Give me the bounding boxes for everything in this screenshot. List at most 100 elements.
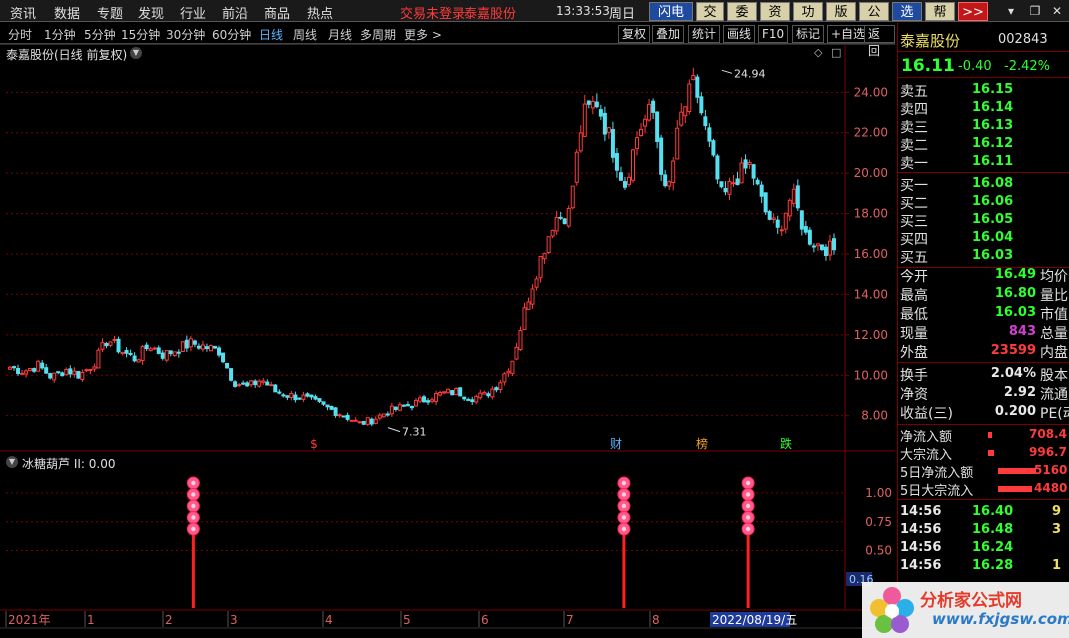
chart-menu-icon[interactable]: ▼: [130, 47, 142, 59]
candle-body: [68, 368, 73, 375]
candle-body: [92, 366, 97, 370]
candle-body: [518, 329, 523, 351]
ask-price[interactable]: 16.11: [972, 154, 1013, 169]
bid-price[interactable]: 16.05: [972, 212, 1013, 227]
candied-haw-highlight: [621, 492, 627, 497]
candle-body: [586, 100, 591, 105]
candle-body: [204, 346, 209, 350]
candle-body: [148, 348, 153, 352]
candle-body: [538, 255, 543, 279]
stat-right-label: 内盘: [1040, 345, 1068, 361]
candle-body: [225, 362, 230, 369]
price-tick-label: 24.00: [854, 85, 888, 99]
watermark-name: 分析家公式网: [920, 591, 1022, 611]
candle-body: [723, 188, 728, 193]
candle-body: [349, 419, 354, 422]
high-marker-arrow: [721, 69, 733, 74]
candle-body: [735, 178, 740, 186]
candied-haw-highlight: [191, 492, 196, 497]
low-marker-arrow: [387, 427, 401, 433]
indicator-tick-label: 1.00: [865, 486, 892, 500]
bid-price[interactable]: 16.03: [972, 248, 1013, 263]
ask-price[interactable]: 16.14: [972, 100, 1013, 115]
candle-body: [241, 382, 246, 385]
ask-price[interactable]: 16.12: [972, 136, 1013, 151]
date-label: 2021年: [8, 613, 51, 627]
tick-price: 16.40: [972, 504, 1014, 519]
flow-divider: [898, 499, 1069, 500]
cursor-date-label: 2022/08/19/五: [712, 613, 797, 627]
candle-body: [667, 181, 672, 187]
candle-body: [655, 111, 660, 142]
bid-price[interactable]: 16.08: [972, 176, 1013, 191]
candle-body: [478, 392, 483, 399]
ask-price[interactable]: 16.15: [972, 82, 1013, 97]
tick-price: 16.24: [972, 540, 1014, 555]
candle-body: [546, 236, 551, 253]
candle-body: [317, 398, 322, 402]
candle-body: [775, 219, 780, 228]
flow-label: 大宗流入: [900, 448, 953, 463]
flow-bar: [988, 450, 994, 456]
candle-body: [462, 396, 467, 400]
candle-body: [313, 396, 318, 400]
candle-body: [309, 394, 314, 398]
tick-volume: 3: [1052, 522, 1062, 537]
watermark-url: www.fxjgsw.com: [932, 610, 1069, 628]
candle-body: [140, 346, 145, 361]
stat-right-label: 股本: [1040, 368, 1068, 384]
candle-body: [795, 185, 800, 209]
candle-body: [116, 338, 121, 353]
candle-body: [44, 367, 49, 374]
candle-body: [112, 338, 117, 341]
candle-body: [128, 352, 133, 355]
candied-haw-highlight: [621, 526, 627, 532]
ask-label: 卖四: [900, 102, 928, 118]
candle-body: [807, 229, 812, 245]
candle-body: [397, 404, 402, 411]
candle-body: [639, 128, 644, 137]
candle-body: [168, 350, 173, 355]
flow-value: 4480: [1034, 481, 1068, 495]
candle-body: [791, 188, 796, 204]
candle-body: [811, 245, 816, 248]
candle-body: [84, 369, 89, 372]
candle-body: [52, 372, 57, 381]
candle-body: [184, 339, 189, 349]
square-icon[interactable]: □: [831, 46, 841, 59]
indicator-menu-icon[interactable]: ▼: [6, 456, 18, 468]
candle-body: [434, 393, 439, 402]
date-label: 2: [165, 613, 173, 627]
ask-price[interactable]: 16.13: [972, 118, 1013, 133]
flow-value: 5160: [1034, 463, 1068, 477]
diamond-icon[interactable]: ◇: [814, 46, 822, 59]
candle-body: [164, 350, 169, 361]
candle-body: [747, 161, 752, 166]
stock-name: 泰嘉股份: [900, 32, 961, 50]
candle-body: [598, 109, 603, 117]
candle-body: [40, 362, 45, 369]
candle-body: [767, 211, 772, 220]
candle-body: [474, 395, 479, 403]
candle-body: [329, 405, 334, 410]
date-label: 6: [481, 613, 489, 627]
candle-body: [385, 413, 390, 416]
indicator-tick-label: 0.75: [865, 515, 892, 529]
tick-time: 14:56: [900, 540, 942, 555]
candle-body: [200, 344, 205, 350]
candle-body: [643, 118, 648, 127]
candle-body: [285, 395, 290, 398]
date-label: 3: [230, 613, 238, 627]
flow-bar: [988, 432, 992, 438]
candle-body: [590, 100, 595, 109]
candle-body: [454, 387, 459, 396]
price-tick-label: 12.00: [854, 328, 888, 342]
bid-price[interactable]: 16.04: [972, 230, 1013, 245]
candle-body: [56, 371, 61, 374]
candle-body: [739, 162, 744, 184]
candle-body: [12, 366, 17, 369]
candle-body: [144, 344, 149, 350]
bid-price[interactable]: 16.06: [972, 194, 1013, 209]
candle-body: [466, 398, 471, 401]
candle-body: [249, 380, 254, 386]
